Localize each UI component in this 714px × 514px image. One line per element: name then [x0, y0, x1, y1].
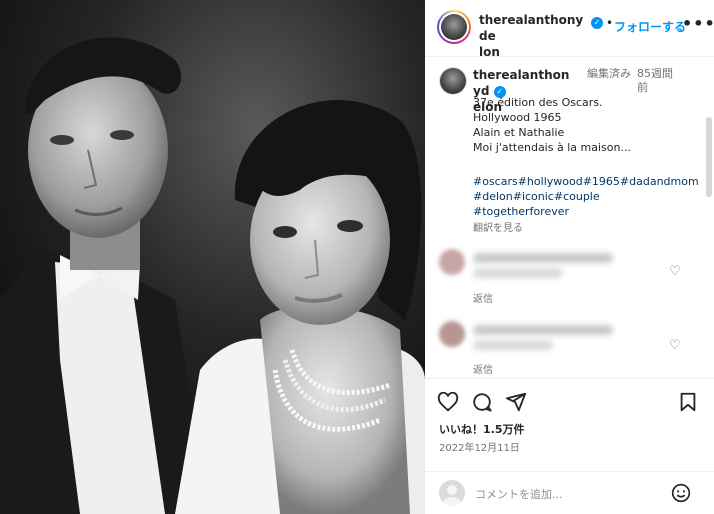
bookmark-icon[interactable] — [677, 391, 699, 417]
caption-author-avatar[interactable] — [439, 67, 467, 95]
reply-button[interactable]: 返信 — [473, 361, 493, 376]
see-translation-link[interactable]: 翻訳を見る — [473, 219, 523, 234]
author-username-line1[interactable]: therealanthonyde — [479, 13, 583, 43]
caption-username-line1[interactable]: therealanthonyd — [473, 68, 569, 98]
more-options-icon[interactable]: ••• — [682, 14, 714, 33]
post-actions: いいね！1.5万件 2022年12月11日 コメントを追加... — [425, 378, 714, 514]
author-avatar[interactable] — [437, 10, 471, 44]
current-user-avatar — [439, 480, 465, 506]
post-date[interactable]: 2022年12月11日 — [439, 439, 520, 454]
post-side-panel: therealanthonyde lon ✓ • フォローする ••• ther… — [425, 0, 714, 514]
post-comments-area[interactable]: therealanthonyd ✓ elon 編集済み 85週間前 37e éd… — [425, 57, 714, 377]
comment-text-blurred — [473, 268, 563, 278]
reply-button[interactable]: 返信 — [473, 290, 493, 305]
post-age[interactable]: 85週間前 — [637, 67, 677, 95]
comment-text-blurred — [473, 340, 553, 350]
comment-text-blurred — [473, 325, 613, 335]
likes-count[interactable]: いいね！1.5万件 — [439, 421, 525, 437]
edited-label: 編集済み — [587, 67, 631, 80]
comment-like-heart-icon[interactable]: ♡ — [669, 264, 681, 279]
comment-icon[interactable] — [471, 391, 493, 417]
hashtag-line[interactable]: #togetherforever — [473, 204, 695, 219]
hashtag-line[interactable]: #delon#iconic#couple — [473, 189, 695, 204]
comment-text-blurred — [473, 253, 613, 263]
heart-icon[interactable] — [437, 391, 459, 417]
instagram-post-modal: therealanthonyde lon ✓ • フォローする ••• ther… — [0, 0, 714, 514]
comment-avatar[interactable] — [439, 249, 465, 275]
emoji-icon[interactable] — [671, 483, 691, 507]
scrollbar-thumb[interactable] — [706, 117, 712, 197]
caption-line: 37e édition des Oscars. — [473, 96, 603, 109]
add-comment-bar: コメントを追加... — [425, 471, 714, 514]
post-header: therealanthonyde lon ✓ • フォローする ••• — [425, 0, 714, 60]
share-icon[interactable] — [505, 391, 527, 417]
hashtags: #oscars#hollywood#1965#dadandmom #delon#… — [473, 174, 699, 219]
add-comment-input[interactable]: コメントを追加... — [475, 486, 563, 502]
author-username[interactable]: therealanthonyde lon — [479, 12, 589, 60]
hashtag-line[interactable]: #oscars#hollywood#1965#dadandmom — [473, 174, 699, 189]
comment-avatar[interactable] — [439, 321, 465, 347]
comment-like-heart-icon[interactable]: ♡ — [669, 338, 681, 353]
post-photo[interactable] — [0, 0, 425, 514]
caption-line: Hollywood 1965 — [473, 111, 562, 124]
caption-line: Moi j'attendais à la maison... — [473, 141, 631, 154]
separator-dot: • — [606, 16, 614, 30]
caption-line: Alain et Nathalie — [473, 126, 565, 139]
caption-text: 37e édition des Oscars. Hollywood 1965 A… — [473, 95, 695, 155]
verified-badge-icon: ✓ — [591, 17, 603, 29]
follow-button[interactable]: フォローする — [614, 18, 686, 35]
black-and-white-couple-photo — [0, 0, 425, 514]
